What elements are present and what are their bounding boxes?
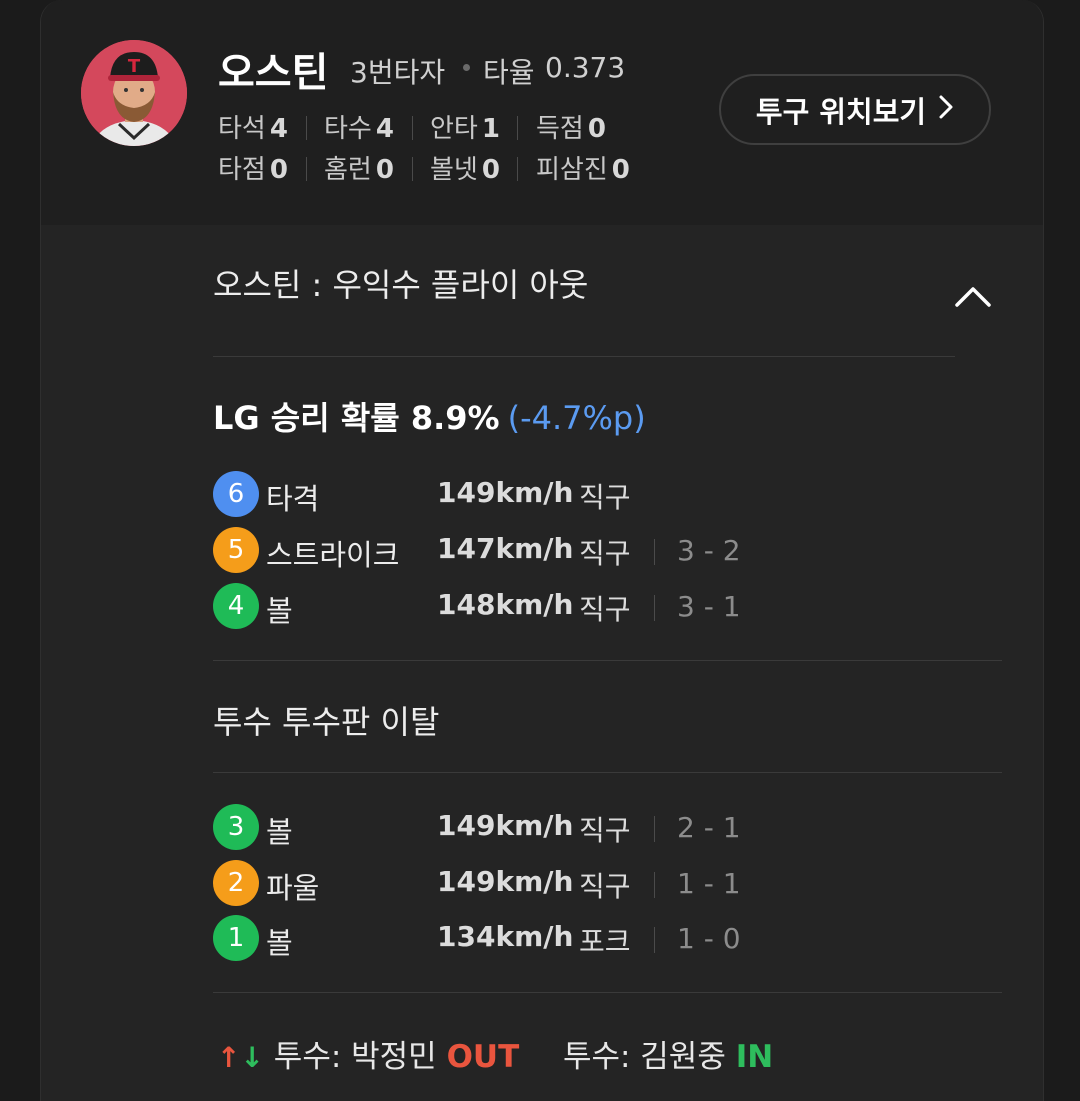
pitcher-change: ↑↓ 투수: 박정민 OUT 투수: 김원중 IN: [217, 1031, 773, 1076]
count-divider: [654, 927, 655, 953]
at-bat-detail: 오스틴 : 우익수 플라이 아웃 LG 승리 확률 8.9% (-4.7%p) 6…: [41, 225, 1043, 1101]
pitch-row: 3 볼 149km/h 직구 2 - 1: [213, 804, 813, 850]
pitch-result: 볼: [266, 926, 293, 960]
ball-strike-count: 3 - 1: [677, 590, 741, 623]
pitch-row: 4 볼 148km/h 직구 3 - 1: [213, 583, 813, 629]
pitch-row: 1 볼 134km/h 포크 1 - 0: [213, 915, 813, 961]
stat-divider: [517, 116, 518, 140]
svg-text:T: T: [128, 56, 141, 77]
pitch-result: 타격: [266, 482, 320, 516]
player-stats: 타석 4 타수 4 안타 1 득점 0 타점 0 홈런 0 볼넷 0 피삼진 0: [218, 108, 658, 190]
at-bat-result: 오스틴 : 우익수 플라이 아웃: [213, 266, 589, 304]
chevron-up-icon[interactable]: [953, 277, 993, 313]
pitch-speed: 147km/h: [437, 532, 574, 565]
stat-item: 타점 0: [218, 155, 288, 185]
at-bat-card: T 오스틴 3번타자 타율 0.373 타석 4 타수 4 안타 1 득점 0 타점 0: [40, 0, 1044, 1101]
pitch-location-button[interactable]: 투구 위치보기: [719, 74, 991, 145]
swap-arrows-icon: ↑↓: [217, 1041, 264, 1074]
pitch-result: 파울: [266, 871, 320, 905]
stat-item: 타석 4: [218, 114, 288, 144]
stat-divider: [412, 157, 413, 181]
pitch-number-badge: 1: [213, 915, 259, 961]
pitch-kind: 포크: [579, 925, 631, 958]
stats-row-2: 타점 0 홈런 0 볼넷 0 피삼진 0: [218, 149, 658, 190]
stat-item: 득점 0: [536, 114, 606, 144]
ball-strike-count: 2 - 1: [677, 811, 741, 844]
divider: [213, 772, 1002, 773]
pitcher-in-label: 투수: 김원중: [562, 1039, 726, 1075]
pitch-speed: 134km/h: [437, 920, 574, 953]
stat-item: 볼넷 0: [430, 155, 500, 185]
count-divider: [654, 816, 655, 842]
pitch-number-badge: 3: [213, 804, 259, 850]
pitch-row: 5 스트라이크 147km/h 직구 3 - 2: [213, 527, 813, 573]
count-divider: [654, 872, 655, 898]
stat-divider: [306, 157, 307, 181]
win-probability: LG 승리 확률 8.9% (-4.7%p): [213, 393, 646, 439]
ball-strike-count: 1 - 0: [677, 922, 741, 955]
game-event: 투수 투수판 이탈: [213, 703, 440, 741]
stat-item: 홈런 0: [324, 155, 394, 185]
divider: [213, 992, 1002, 993]
pitch-kind: 직구: [579, 537, 631, 570]
pitch-number-badge: 5: [213, 527, 259, 573]
win-probability-delta: (-4.7%p): [507, 399, 646, 437]
ball-strike-count: 3 - 2: [677, 534, 741, 567]
pitch-kind: 직구: [579, 814, 631, 847]
stat-item: 피삼진 0: [536, 155, 630, 185]
batting-avg-value: 0.373: [545, 51, 626, 84]
player-name: 오스틴: [218, 50, 329, 96]
pitch-kind: 직구: [579, 870, 631, 903]
pitcher-out-tag: OUT: [446, 1039, 520, 1075]
win-probability-label: LG 승리 확률 8.9%: [213, 399, 500, 437]
stat-item: 안타 1: [430, 114, 500, 144]
pitch-speed: 149km/h: [437, 476, 574, 509]
stat-divider: [412, 116, 413, 140]
player-header: T 오스틴 3번타자 타율 0.373 타석 4 타수 4 안타 1 득점 0 타점 0: [41, 0, 1043, 226]
pitch-number-badge: 2: [213, 860, 259, 906]
pitch-kind: 직구: [579, 481, 631, 514]
pitch-speed: 148km/h: [437, 588, 574, 621]
pitch-result: 볼: [266, 594, 293, 628]
stats-row-1: 타석 4 타수 4 안타 1 득점 0: [218, 108, 658, 149]
pitch-location-label: 투구 위치보기: [755, 94, 927, 129]
pitcher-in-tag: IN: [735, 1039, 774, 1075]
count-divider: [654, 595, 655, 621]
pitch-number-badge: 6: [213, 471, 259, 517]
divider: [213, 356, 955, 357]
batting-order: 3번타자: [350, 56, 446, 89]
count-divider: [654, 539, 655, 565]
pitch-number-badge: 4: [213, 583, 259, 629]
pitch-speed: 149km/h: [437, 809, 574, 842]
pitcher-out-label: 투수: 박정민: [273, 1039, 437, 1075]
pitch-row: 2 파울 149km/h 직구 1 - 1: [213, 860, 813, 906]
pitch-row: 6 타격 149km/h 직구: [213, 471, 813, 517]
stat-divider: [517, 157, 518, 181]
stat-divider: [306, 116, 307, 140]
pitch-result: 볼: [266, 815, 293, 849]
player-avatar: T: [81, 40, 187, 146]
stat-item: 타수 4: [324, 114, 394, 144]
ball-strike-count: 1 - 1: [677, 867, 741, 900]
separator-dot: [463, 64, 470, 71]
pitch-speed: 149km/h: [437, 865, 574, 898]
batting-avg-label: 타율: [483, 56, 535, 89]
divider: [213, 660, 1002, 661]
pitch-result: 스트라이크: [266, 538, 400, 572]
pitch-kind: 직구: [579, 593, 631, 626]
chevron-right-icon: [938, 93, 954, 127]
